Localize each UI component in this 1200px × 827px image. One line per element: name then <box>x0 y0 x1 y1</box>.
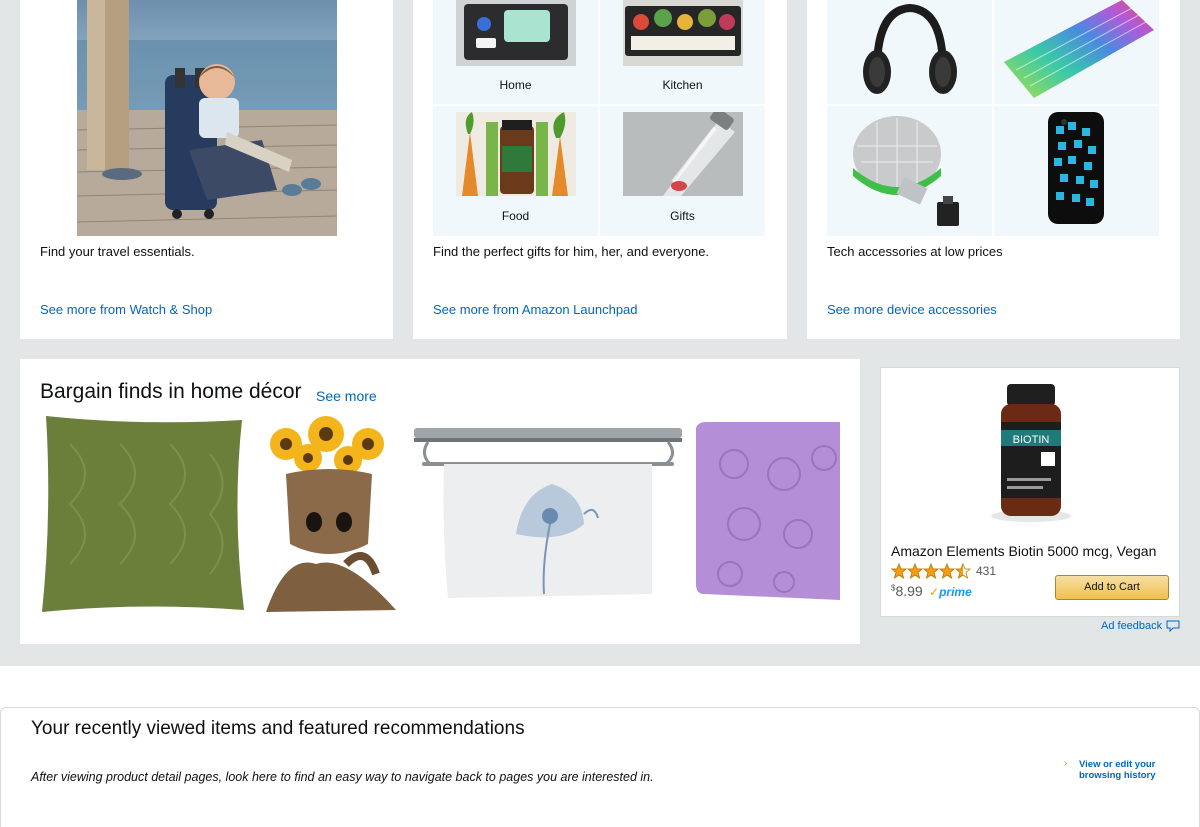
recently-viewed-description: After viewing product detail pages, look… <box>31 770 654 784</box>
headphones-image <box>863 3 957 94</box>
prime-label: prime <box>939 585 972 599</box>
recently-viewed-title: Your recently viewed items and featured … <box>31 718 525 739</box>
tech-item-disco-light[interactable] <box>827 106 992 236</box>
travel-card: Find your travel essentials. See more fr… <box>20 0 393 339</box>
bath-mat-image <box>696 422 840 600</box>
bargain-card: Bargain finds in home décor See more <box>20 359 860 644</box>
speech-bubble-icon <box>1166 620 1180 632</box>
disco-light-image <box>853 116 959 226</box>
ad-product-title[interactable]: Amazon Elements Biotin 5000 mcg, Vegan <box>891 543 1171 559</box>
bargain-item-groot-planter[interactable] <box>256 414 402 614</box>
groot-planter-image <box>266 416 396 612</box>
bottle-label-text: BIOTIN <box>1013 434 1050 446</box>
bargain-item-towel-rack[interactable] <box>412 414 684 614</box>
prime-badge: ✓prime <box>929 585 972 599</box>
kitchen-image <box>623 0 743 66</box>
quad-label-home: Home <box>499 78 532 92</box>
launchpad-description: Find the perfect gifts for him, her, and… <box>433 244 710 259</box>
tech-item-keyboard-cover[interactable] <box>994 0 1159 104</box>
bargain-item-pillow[interactable] <box>40 414 246 614</box>
chevron-right-icon: › <box>1064 758 1068 769</box>
sponsored-ad-card: BIOTIN Amazon Elements Biotin 5000 mcg, … <box>880 367 1180 617</box>
recently-viewed-card: Your recently viewed items and featured … <box>0 707 1200 827</box>
quad-label-kitchen: Kitchen <box>662 78 703 92</box>
tech-item-headphones[interactable] <box>827 0 992 104</box>
quad-label-gifts: Gifts <box>670 209 695 223</box>
ad-feedback-link[interactable]: Ad feedback <box>1101 620 1180 632</box>
biotin-bottle-image[interactable]: BIOTIN <box>985 382 1077 524</box>
launchpad-see-more-link[interactable]: See more from Amazon Launchpad <box>433 302 638 317</box>
tech-description: Tech accessories at low prices <box>827 244 1003 259</box>
quad-cell-kitchen[interactable]: Kitchen <box>600 0 765 104</box>
quad-cell-home[interactable]: Home <box>433 0 598 104</box>
ad-rating-count[interactable]: 431 <box>976 564 996 578</box>
travel-see-more-link[interactable]: See more from Watch & Shop <box>40 302 212 317</box>
prime-check-icon: ✓ <box>929 585 940 599</box>
ad-feedback-label: Ad feedback <box>1101 620 1163 632</box>
ad-price: $8.99 <box>891 583 923 599</box>
star-3 <box>922 563 940 579</box>
food-image <box>456 112 576 196</box>
quad-label-food: Food <box>501 209 530 223</box>
star-5 <box>954 563 972 579</box>
gifts-image <box>623 112 743 196</box>
bargain-item-bath-mat[interactable] <box>694 414 840 614</box>
star-1 <box>891 563 908 579</box>
phone-case-image <box>1048 112 1104 224</box>
tech-card: Tech accessories at low prices See more … <box>807 0 1180 339</box>
ad-star-rating[interactable] <box>891 563 973 579</box>
bargain-title: Bargain finds in home décor <box>40 380 302 403</box>
home-image <box>456 0 576 66</box>
star-2 <box>906 563 924 579</box>
star-rating-icon <box>891 563 972 579</box>
keyboard-cover-image <box>1004 0 1154 98</box>
green-pillow-image <box>42 416 244 612</box>
tech-item-phone-case[interactable] <box>994 106 1159 236</box>
browsing-history-link[interactable]: View or edit your browsing history <box>1079 759 1159 781</box>
quad-cell-gifts[interactable]: Gifts <box>600 106 765 236</box>
towel-rack-image <box>414 428 682 598</box>
launchpad-card: Home Kitchen Food Gifts Find the perfect… <box>413 0 787 339</box>
travel-image[interactable] <box>77 0 337 236</box>
bargain-see-more-link[interactable]: See more <box>316 388 377 404</box>
add-to-cart-button[interactable]: Add to Cart <box>1055 575 1169 600</box>
travel-description: Find your travel essentials. <box>40 244 195 259</box>
star-4 <box>938 563 956 579</box>
ad-price-value: 8.99 <box>895 583 923 599</box>
tech-see-more-link[interactable]: See more device accessories <box>827 302 997 317</box>
quad-cell-food[interactable]: Food <box>433 106 598 236</box>
